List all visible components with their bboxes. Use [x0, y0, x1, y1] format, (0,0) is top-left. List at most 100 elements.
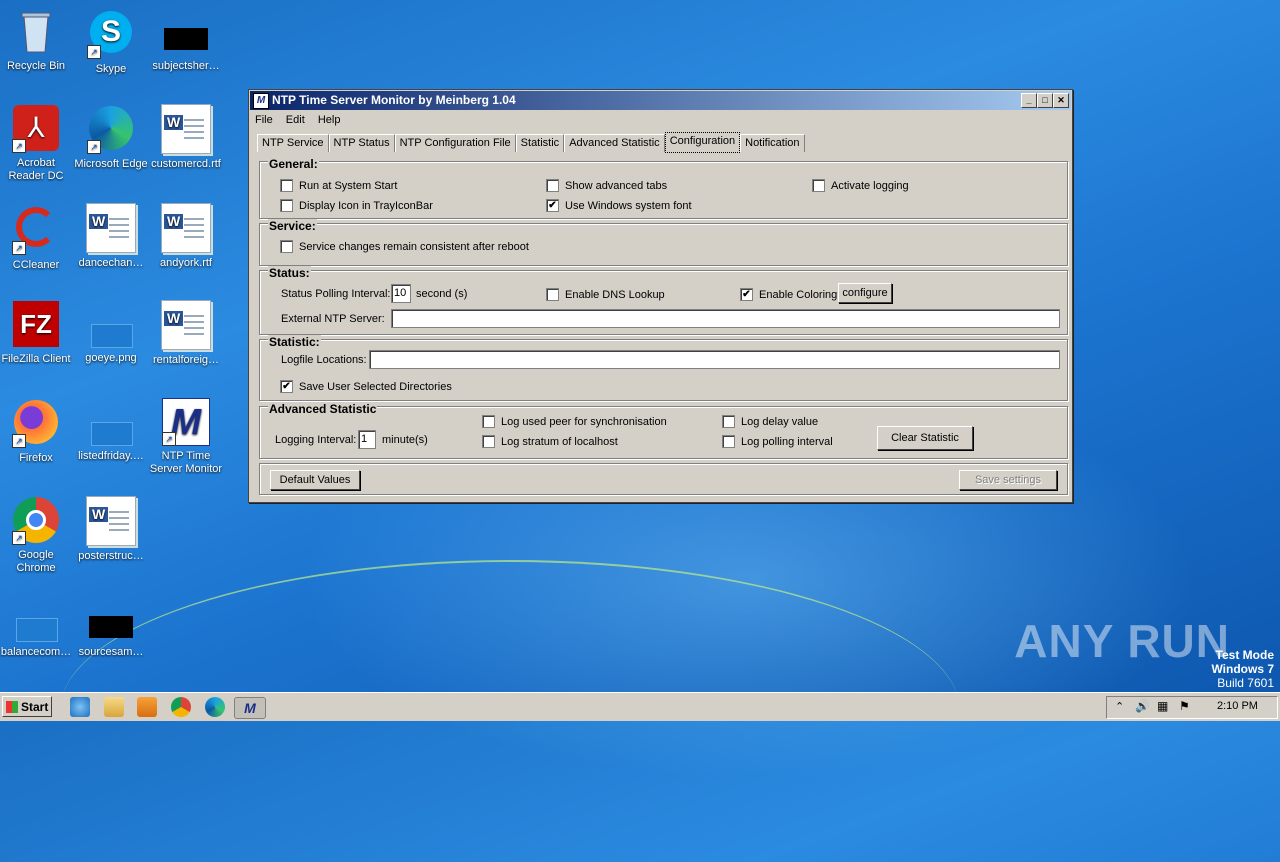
file-icon	[87, 594, 135, 642]
service-title: Service:	[268, 219, 317, 233]
enable-coloring-checkbox[interactable]: ✔ Enable Coloring	[740, 288, 837, 301]
clear-statistic-button[interactable]: Clear Statistic	[877, 426, 973, 450]
run-at-start-checkbox[interactable]: Run at System Start	[280, 179, 397, 192]
chrome-icon: ↗	[12, 497, 60, 545]
configure-button[interactable]: configure	[838, 283, 892, 303]
desktop-icon-skype[interactable]: S ↗ Skype	[73, 8, 149, 76]
start-button[interactable]: Start	[2, 696, 52, 717]
tab-notification[interactable]: Notification	[740, 134, 805, 152]
checkbox-box	[280, 240, 293, 253]
menu-edit[interactable]: Edit	[286, 114, 305, 126]
menu-help[interactable]: Help	[318, 114, 341, 126]
close-button[interactable]: ✕	[1053, 93, 1069, 108]
tab-advanced-statistic[interactable]: Advanced Statistic	[564, 134, 665, 152]
show-advanced-tabs-checkbox[interactable]: Show advanced tabs	[546, 179, 667, 192]
desktop-icon-rentalforeig[interactable]: W rentalforeig…	[148, 300, 224, 367]
save-dirs-checkbox[interactable]: ✔ Save User Selected Directories	[280, 380, 452, 393]
advanced-statistic-group: Advanced Statistic Logging Interval: 1 m…	[259, 402, 1068, 459]
desktop-icon-listedfriday[interactable]: listedfriday.…	[73, 398, 149, 463]
tab-ntp-service[interactable]: NTP Service	[257, 134, 329, 152]
tab-statistic[interactable]: Statistic	[515, 134, 565, 152]
edge-taskbar-icon[interactable]	[205, 697, 225, 717]
checkbox-box	[482, 435, 495, 448]
image-icon	[87, 300, 135, 348]
desktop-icon-posterstruc[interactable]: W posterstruc…	[73, 496, 149, 563]
ie-icon[interactable]	[70, 697, 90, 717]
external-ntp-label: External NTP Server:	[281, 313, 385, 325]
desktop-icon-goeye[interactable]: goeye.png	[73, 300, 149, 365]
service-consistent-checkbox[interactable]: Service changes remain consistent after …	[280, 240, 529, 253]
ntp-app-icon: M	[253, 93, 269, 109]
file-icon	[12, 594, 60, 642]
windows-flag-icon	[6, 701, 18, 713]
skype-icon: S ↗	[87, 11, 135, 59]
polling-interval-input[interactable]: 10	[391, 284, 411, 303]
bottom-bar: Default Values Save settings	[259, 463, 1068, 495]
log-peer-checkbox[interactable]: Log used peer for synchronisation	[482, 415, 667, 428]
volume-icon[interactable]: 🔊	[1135, 699, 1150, 713]
window-titlebar[interactable]: M NTP Time Server Monitor by Meinberg 1.…	[250, 91, 1071, 110]
explorer-icon[interactable]	[104, 697, 124, 717]
logfile-locations-input[interactable]	[369, 350, 1060, 369]
desktop-icon-andyork[interactable]: W andyork.rtf	[148, 203, 224, 270]
log-polling-checkbox[interactable]: Log polling interval	[722, 435, 833, 448]
ccleaner-icon: ↗	[12, 207, 60, 255]
general-title: General:	[268, 157, 319, 171]
save-settings-button[interactable]: Save settings	[959, 470, 1057, 490]
desktop-icon-edge[interactable]: ↗ Microsoft Edge	[73, 104, 149, 171]
logging-interval-input[interactable]: 1	[358, 430, 376, 449]
media-player-icon[interactable]	[137, 697, 157, 717]
flag-icon[interactable]: ⚑	[1179, 699, 1190, 713]
ntp-taskbar-icon[interactable]: M	[234, 697, 266, 719]
file-icon	[87, 398, 135, 446]
desktop-icon-ntp-monitor[interactable]: M ↗ NTP Time Server Monitor	[148, 398, 224, 476]
tab-ntp-status[interactable]: NTP Status	[328, 134, 395, 152]
external-ntp-input[interactable]	[391, 309, 1060, 328]
edge-icon: ↗	[87, 106, 135, 154]
advanced-statistic-title: Advanced Statistic	[268, 402, 378, 416]
service-group: Service: Service changes remain consiste…	[259, 219, 1068, 266]
test-mode-text: Test Mode Windows 7 Build 7601	[1211, 648, 1274, 690]
statistic-group: Statistic: Logfile Locations: ✔ Save User…	[259, 335, 1068, 401]
use-windows-font-checkbox[interactable]: ✔ Use Windows system font	[546, 199, 692, 212]
checkbox-box	[546, 179, 559, 192]
ntp-monitor-window: M NTP Time Server Monitor by Meinberg 1.…	[248, 89, 1073, 503]
minimize-button[interactable]: _	[1021, 93, 1037, 108]
desktop-icon-firefox[interactable]: ↗ Firefox	[0, 398, 74, 465]
desktop-icon-chrome[interactable]: ↗ Google Chrome	[0, 496, 74, 575]
desktop-icon-balancecom[interactable]: balancecom…	[0, 594, 74, 659]
window-title: NTP Time Server Monitor by Meinberg 1.04	[272, 93, 516, 107]
recycle-bin-icon	[12, 8, 60, 56]
tab-ntp-config-file[interactable]: NTP Configuration File	[394, 134, 516, 152]
network-icon[interactable]: ▦	[1157, 699, 1168, 713]
checkbox-box	[722, 415, 735, 428]
desktop-icon-recycle-bin[interactable]: Recycle Bin	[0, 8, 74, 73]
word-doc-icon: W	[161, 203, 211, 253]
menu-file[interactable]: File	[255, 114, 273, 126]
desktop-icon-filezilla[interactable]: FZ FileZilla Client	[0, 300, 74, 366]
activate-logging-checkbox[interactable]: Activate logging	[812, 179, 909, 192]
dns-lookup-checkbox[interactable]: Enable DNS Lookup	[546, 288, 665, 301]
tray-expand-icon[interactable]: ⌃	[1115, 700, 1124, 713]
word-doc-icon: W	[86, 203, 136, 253]
checkbox-box	[280, 199, 293, 212]
desktop-icon-acrobat[interactable]: ⅄ ↗ Acrobat Reader DC	[0, 104, 74, 183]
acrobat-icon: ⅄ ↗	[12, 105, 60, 153]
display-icon-checkbox[interactable]: Display Icon in TrayIconBar	[280, 199, 433, 212]
desktop-icon-ccleaner[interactable]: ↗ CCleaner	[0, 203, 74, 272]
tab-configuration[interactable]: Configuration	[664, 132, 741, 153]
firefox-icon: ↗	[12, 400, 60, 448]
clock[interactable]: 2:10 PM	[1217, 700, 1258, 712]
chrome-taskbar-icon[interactable]	[171, 697, 191, 717]
desktop-icon-customercd[interactable]: W customercd.rtf	[148, 104, 224, 171]
anyrun-watermark: ANY RUN	[1014, 615, 1230, 667]
desktop-icon-dancechan[interactable]: W dancechan…	[73, 203, 149, 270]
word-doc-icon: W	[86, 496, 136, 546]
desktop-icon-subjectsher[interactable]: subjectsher…	[148, 8, 224, 73]
log-delay-checkbox[interactable]: Log delay value	[722, 415, 818, 428]
checkbox-box: ✔	[740, 288, 753, 301]
default-values-button[interactable]: Default Values	[270, 470, 360, 490]
desktop-icon-sourcesam[interactable]: sourcesam…	[73, 594, 149, 659]
log-stratum-checkbox[interactable]: Log stratum of localhost	[482, 435, 618, 448]
maximize-button[interactable]: □	[1037, 93, 1053, 108]
